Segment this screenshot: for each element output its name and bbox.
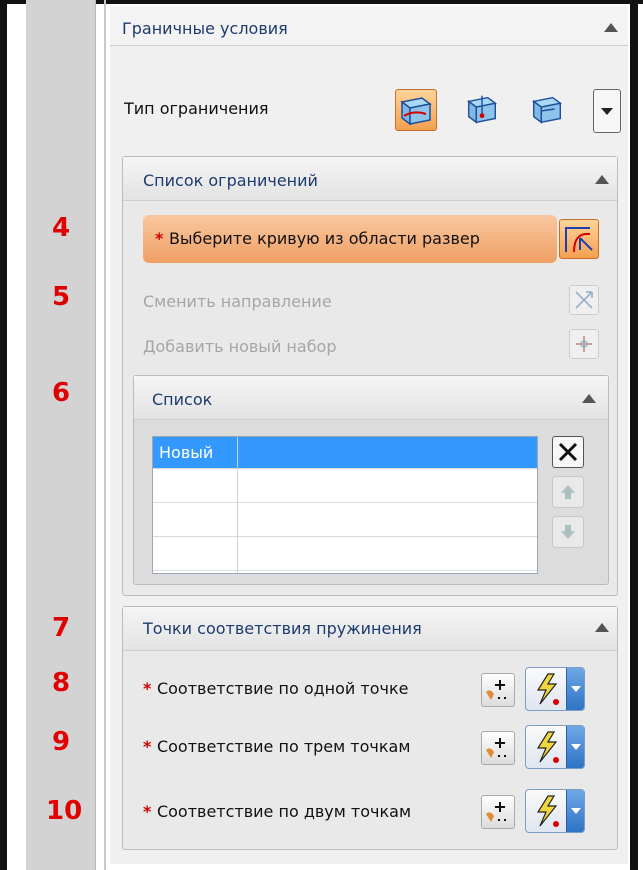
point-type-dropdown[interactable] — [566, 726, 584, 768]
arrow-down-icon — [561, 525, 575, 539]
select-curve-button[interactable] — [559, 219, 599, 259]
frame-left-border — [0, 0, 7, 870]
constraint-list-title: Список ограничений — [143, 171, 318, 190]
callout-4: 4 — [52, 213, 71, 243]
boundary-conditions-header[interactable]: Граничные условия — [110, 6, 628, 46]
constraint-type-1-button[interactable] — [395, 89, 437, 131]
dropdown-arrow-icon — [571, 686, 581, 692]
add-set-icon — [576, 336, 592, 352]
select-curve-text: Выберите кривую из области развер — [168, 229, 480, 248]
window-frame: 1 2 3 4 5 6 7 8 9 10 Граничные условия Т… — [0, 0, 643, 870]
list-title: Список — [152, 390, 213, 409]
edge-constraint-icon — [531, 96, 563, 124]
select-curve-label: * Выберите кривую из области развер — [155, 229, 480, 248]
three-point-inferred-point-button[interactable] — [525, 725, 585, 769]
curve-select-icon — [565, 227, 593, 253]
list-group: Список Новый — [133, 375, 609, 585]
required-star-icon: * — [155, 229, 169, 248]
delete-item-button[interactable] — [552, 436, 584, 468]
frame-top-border — [0, 0, 643, 4]
callout-5: 5 — [52, 282, 71, 312]
point-type-dropdown[interactable] — [566, 790, 584, 832]
callout-8: 8 — [52, 668, 71, 698]
three-point-match-label: * Соответствие по трем точкам — [143, 737, 410, 756]
callout-10: 10 — [46, 796, 83, 826]
three-point-snap-button[interactable] — [481, 731, 515, 765]
move-up-button[interactable] — [552, 476, 584, 508]
spring-points-title: Точки соответствия пружинения — [143, 619, 422, 638]
list-column-divider — [237, 437, 238, 573]
spring-points-group: Точки соответствия пружинения * Соответс… — [122, 606, 618, 850]
one-point-match-text: Соответствие по одной точке — [156, 679, 409, 698]
callout-6: 6 — [52, 378, 71, 408]
two-point-match-text: Соответствие по двум точкам — [156, 802, 412, 821]
add-new-set-button[interactable] — [569, 329, 599, 359]
three-point-match-text: Соответствие по трем точкам — [156, 737, 411, 756]
close-icon — [558, 442, 578, 462]
dropdown-arrow-icon — [571, 744, 581, 750]
required-star-icon: * — [143, 679, 157, 698]
lightning-point-icon — [536, 673, 559, 705]
collapse-caret-icon[interactable] — [595, 175, 609, 184]
constraint-type-2-button[interactable] — [463, 90, 501, 128]
point-dialog-icon — [486, 802, 508, 822]
add-new-set-label: Добавить новый набор — [143, 337, 337, 356]
spring-points-header[interactable]: Точки соответствия пружинения — [123, 607, 617, 651]
collapse-caret-icon[interactable] — [604, 23, 618, 32]
boundary-conditions-title: Граничные условия — [122, 19, 288, 38]
point-dialog-icon — [486, 738, 508, 758]
select-curve-selector[interactable]: * Выберите кривую из области развер — [143, 215, 557, 263]
list-row[interactable] — [153, 539, 537, 571]
constraint-listbox[interactable]: Новый — [152, 436, 538, 574]
rail-divider — [104, 0, 106, 870]
lightning-point-icon — [536, 731, 559, 763]
move-down-button[interactable] — [552, 516, 584, 548]
two-point-match-label: * Соответствие по двум точкам — [143, 802, 411, 821]
collapse-caret-icon[interactable] — [582, 394, 596, 403]
frame-right-border — [630, 0, 638, 870]
required-star-icon: * — [143, 802, 157, 821]
reverse-arrows-icon — [575, 291, 593, 309]
list-row[interactable]: Новый — [153, 437, 537, 469]
dropdown-arrow-icon — [571, 808, 581, 814]
reverse-direction-label: Сменить направление — [143, 292, 332, 311]
lightning-point-icon — [536, 795, 559, 827]
constraint-type-label: Тип ограничения — [124, 99, 269, 118]
list-row[interactable] — [153, 471, 537, 503]
collapse-caret-icon[interactable] — [595, 623, 609, 632]
point-constraint-icon — [466, 95, 498, 124]
constraint-type-3-button[interactable] — [528, 90, 566, 128]
callout-9: 9 — [52, 727, 71, 757]
dropdown-arrow-icon — [601, 108, 613, 115]
constraint-type-dropdown[interactable] — [593, 89, 621, 133]
one-point-inferred-point-button[interactable] — [525, 667, 585, 711]
constraint-list-group: Список ограничений * Выберите кривую из … — [122, 156, 618, 596]
required-star-icon: * — [143, 737, 157, 756]
reverse-direction-button[interactable] — [569, 285, 599, 315]
callout-7: 7 — [52, 613, 71, 643]
two-point-inferred-point-button[interactable] — [525, 789, 585, 833]
one-point-snap-button[interactable] — [481, 673, 515, 707]
constraint-list-header[interactable]: Список ограничений — [123, 157, 617, 201]
two-point-snap-button[interactable] — [481, 795, 515, 829]
list-row-label: Новый — [159, 443, 214, 462]
list-header[interactable]: Список — [134, 376, 608, 420]
one-point-match-label: * Соответствие по одной точке — [143, 679, 408, 698]
boundary-conditions-panel: Граничные условия Тип ограничения Список… — [110, 6, 628, 864]
list-row[interactable] — [153, 505, 537, 537]
point-type-dropdown[interactable] — [566, 668, 584, 710]
arrow-up-icon — [561, 485, 575, 499]
point-dialog-icon — [486, 680, 508, 700]
surface-constraint-icon — [400, 97, 432, 126]
